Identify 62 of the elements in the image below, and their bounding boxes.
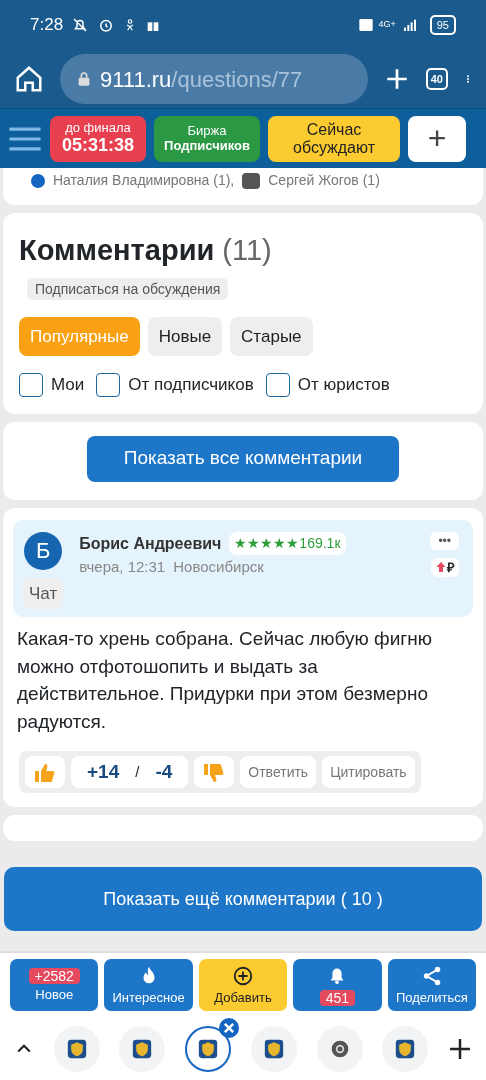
checkbox-label[interactable]: От юристов <box>297 372 390 398</box>
nav-button[interactable]: +2582 Новое <box>10 959 99 1012</box>
tab-count[interactable]: 40 <box>425 67 448 91</box>
shield-icon <box>66 1038 87 1059</box>
lock-icon <box>76 70 92 88</box>
close-icon[interactable] <box>219 1017 240 1038</box>
header-button[interactable]: Сейчас обсуждают <box>268 115 400 162</box>
sort-tab[interactable]: Старые <box>230 316 313 356</box>
shield-icon <box>263 1038 284 1059</box>
star-icon: ★ <box>247 535 261 551</box>
checkbox[interactable] <box>19 372 43 397</box>
subscribe-link[interactable]: Подписаться на обсуждения <box>27 277 229 300</box>
checkbox[interactable] <box>265 372 290 397</box>
rating-value: 169.1к <box>299 534 341 553</box>
star-icon: ★ <box>286 535 300 551</box>
comment-text: Какая-то хрень собрана. Сейчас любую фигню можно отфотошопить и выдать за действительное. Придурки при этом безмерно радуются. <box>16 627 433 734</box>
checkbox-label[interactable]: Мои <box>51 372 85 398</box>
address-bar[interactable]: 9111.ru/questions/77 <box>60 54 368 104</box>
chat-button[interactable]: Чат <box>23 577 64 609</box>
nav-button[interactable]: Добавить <box>198 959 288 1012</box>
plus-icon[interactable] <box>447 1036 472 1061</box>
more-button[interactable]: ••• <box>430 531 459 550</box>
author-name[interactable]: Борис Андреевич <box>79 531 222 556</box>
count-badge: +2582 <box>28 967 80 984</box>
browser-tab[interactable] <box>185 1025 232 1072</box>
ring-icon <box>329 1038 350 1059</box>
vote-score: +14 / -4 <box>71 756 189 789</box>
star-icon: ★ <box>234 535 248 551</box>
shield-icon <box>198 1038 219 1059</box>
clock-time: 7:28 <box>30 14 64 37</box>
header-button[interactable]: до финала 05:31:38 <box>50 115 146 162</box>
avatar[interactable]: Б <box>24 531 63 570</box>
participant-name[interactable]: Наталия Владимировна (1), <box>53 170 235 191</box>
show-more-button[interactable]: Показать ещё комментарии ( 10 ) <box>4 867 482 932</box>
sort-tab[interactable]: Новые <box>147 316 223 356</box>
checkbox-label[interactable]: От подписчиков <box>128 372 254 398</box>
network-label: 4G+ <box>378 18 396 32</box>
url-text: 9111.ru/questions/77 <box>100 65 303 94</box>
action-button[interactable]: Ответить <box>240 756 317 789</box>
header-button[interactable]: Биржа Подписчиков <box>154 115 260 162</box>
comment-time: вчера, 12:31 <box>79 556 166 577</box>
star-icon: ★ <box>273 535 287 551</box>
show-all-button[interactable]: Показать все комментарии <box>87 435 399 482</box>
shield-icon <box>132 1038 153 1059</box>
participant-name[interactable]: Сергей Жогов (1) <box>268 170 380 191</box>
comment-city: Новосибирск <box>173 556 264 577</box>
checkbox[interactable] <box>96 372 121 397</box>
donate-button[interactable]: ₽ <box>431 557 459 577</box>
up-arrow-icon <box>435 560 447 575</box>
count-badge: 451 <box>319 990 356 1007</box>
nav-button[interactable]: Интересное <box>104 959 193 1012</box>
nav-button[interactable]: Поделиться <box>387 959 477 1012</box>
home-icon[interactable] <box>14 64 44 94</box>
plus-circle-icon <box>232 964 254 987</box>
battery-level: 95 <box>429 14 456 36</box>
avatar-dot <box>31 173 45 188</box>
section-title: Комментарии (11) <box>19 233 273 268</box>
star-icon: ★ <box>260 535 274 551</box>
add-button[interactable]: + <box>408 115 466 162</box>
shield-icon <box>395 1038 416 1059</box>
action-button[interactable]: Цитировать <box>322 756 415 789</box>
nav-button[interactable]: 451 <box>293 959 382 1012</box>
